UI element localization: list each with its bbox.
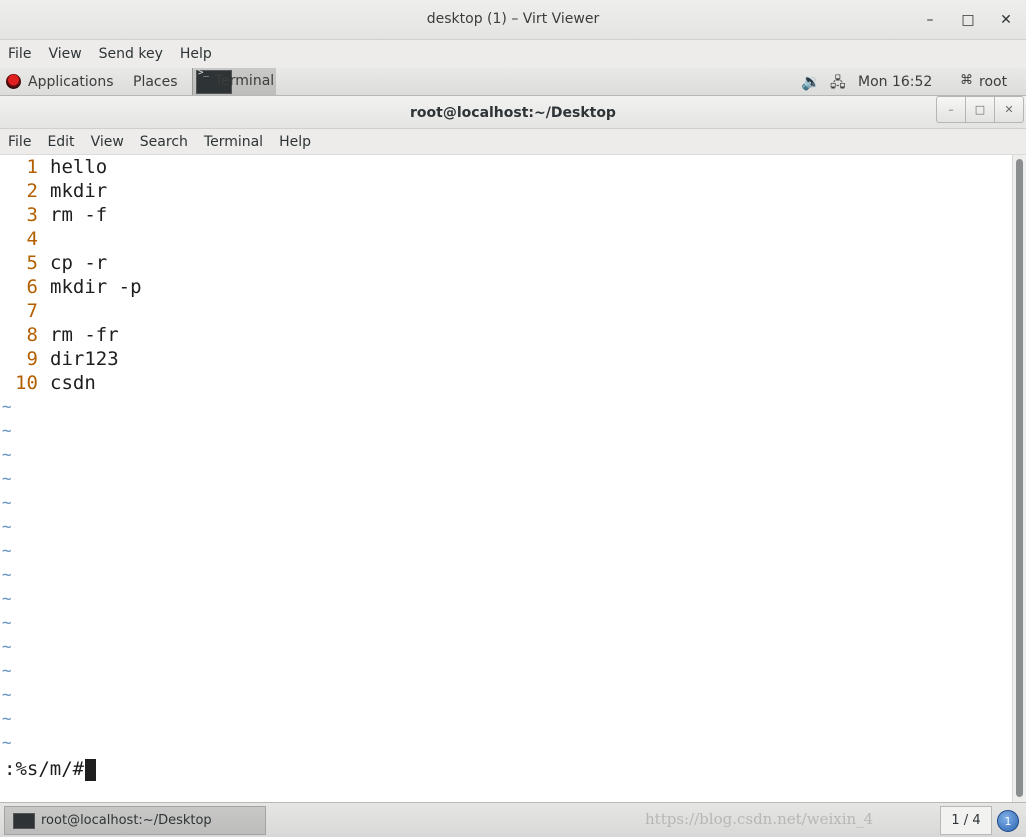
line-text: mkdir xyxy=(50,180,108,202)
tilde-marker: ~ xyxy=(2,445,12,464)
close-button[interactable]: ✕ xyxy=(994,8,1018,32)
panel-clock[interactable]: Mon 16:52 xyxy=(858,74,932,90)
terminal-menubar: File Edit View Search Terminal Help xyxy=(0,129,1026,155)
terminal-scrollbar[interactable] xyxy=(1012,155,1026,802)
tilde-marker: ~ xyxy=(2,493,12,512)
terminal-window: root@localhost:~/Desktop – □ ✕ File Edit… xyxy=(0,96,1026,802)
tilde-marker: ~ xyxy=(2,541,12,560)
tilde-marker: ~ xyxy=(2,637,12,656)
tilde-marker: ~ xyxy=(2,469,12,488)
line-number: 1 xyxy=(26,156,38,178)
viewer-title: desktop (1) – Virt Viewer xyxy=(426,11,600,27)
line-number: 3 xyxy=(26,204,38,226)
terminal-minimize-button[interactable]: – xyxy=(936,96,966,123)
viewer-menu-send-key[interactable]: Send key xyxy=(99,46,163,62)
viewer-menu-view[interactable]: View xyxy=(48,46,81,62)
tilde-marker: ~ xyxy=(2,565,12,584)
line-number: 5 xyxy=(26,252,38,274)
viewer-menu-file[interactable]: File xyxy=(8,46,31,62)
terminal-icon xyxy=(13,813,35,829)
minimize-button[interactable]: – xyxy=(918,8,942,32)
vim-line: 3 rm -f xyxy=(0,203,990,227)
terminal-close-button[interactable]: ✕ xyxy=(994,96,1024,123)
tilde-marker: ~ xyxy=(2,613,12,632)
watermark-text: https://blog.csdn.net/weixin_4 xyxy=(645,810,874,828)
gnome-top-panel: Applications Places 🔉 🖧 Mon 16:52 ⌘ root xyxy=(0,68,1026,96)
tilde-marker: ~ xyxy=(2,661,12,680)
tilde-marker: ~ xyxy=(2,589,12,608)
line-text: csdn xyxy=(50,372,96,394)
tilde-marker: ~ xyxy=(2,421,12,440)
line-number: 2 xyxy=(26,180,38,202)
line-text: mkdir -p xyxy=(50,276,142,298)
terminal-menu-help[interactable]: Help xyxy=(279,134,311,150)
text-cursor xyxy=(85,758,97,781)
line-text: dir123 xyxy=(50,348,119,370)
terminal-menu-file[interactable]: File xyxy=(8,134,31,150)
terminal-text-area[interactable]: 1 hello 2 mkdir 3 rm -f 4 5 cp -r 6 mkdir -p 7 8 rm -… xyxy=(0,155,1012,802)
terminal-title: root@localhost:~/Desktop xyxy=(410,105,616,121)
terminal-menu-edit[interactable]: Edit xyxy=(47,134,74,150)
taskbar-terminal-button[interactable]: root@localhost:~/Desktop xyxy=(4,806,266,835)
vim-line: 5 cp -r xyxy=(0,251,990,275)
line-text: rm -f xyxy=(50,204,108,226)
taskbar-window-label: root@localhost:~/Desktop xyxy=(41,813,212,828)
vim-line: 6 mkdir -p xyxy=(0,275,990,299)
vim-command-line[interactable]: :%s/m/# xyxy=(4,756,97,782)
vim-line: 8 rm -fr xyxy=(0,323,990,347)
places-menu[interactable]: Places xyxy=(133,74,178,90)
scrollbar-thumb[interactable] xyxy=(1016,159,1023,797)
viewer-menubar: File View Send key Help xyxy=(0,40,1026,68)
line-number: 7 xyxy=(26,300,38,322)
tilde-marker: ~ xyxy=(2,685,12,704)
vim-line: 2 mkdir xyxy=(0,179,990,203)
line-number: 6 xyxy=(26,276,38,298)
panel-terminal-label: Terminal xyxy=(215,73,275,89)
viewer-titlebar: desktop (1) – Virt Viewer – □ ✕ xyxy=(0,0,1026,40)
vim-line: 4 xyxy=(0,227,990,251)
vim-line: 10 csdn xyxy=(0,371,990,395)
vim-command-text: :%s/m/# xyxy=(4,758,85,780)
line-text: rm -fr xyxy=(50,324,119,346)
tilde-marker: ~ xyxy=(2,517,12,536)
terminal-menu-terminal[interactable]: Terminal xyxy=(204,134,263,150)
line-number: 8 xyxy=(26,324,38,346)
panel-terminal-task[interactable]: Terminal xyxy=(192,68,276,95)
line-text: hello xyxy=(50,156,108,178)
vim-line: 9 dir123 xyxy=(0,347,990,371)
terminal-maximize-button[interactable]: □ xyxy=(965,96,995,123)
volume-icon[interactable]: 🔉 xyxy=(801,72,821,91)
line-text: cp -r xyxy=(50,252,108,274)
user-icon: ⌘ xyxy=(960,73,973,88)
panel-user[interactable]: root xyxy=(979,74,1007,90)
terminal-menu-search[interactable]: Search xyxy=(140,134,188,150)
maximize-button[interactable]: □ xyxy=(956,8,980,32)
tilde-marker: ~ xyxy=(2,709,12,728)
tilde-marker: ~ xyxy=(2,397,12,416)
notification-badge[interactable]: 1 xyxy=(997,810,1019,832)
tilde-marker: ~ xyxy=(2,733,12,752)
bottom-taskbar: root@localhost:~/Desktop https://blog.cs… xyxy=(0,802,1026,837)
line-number: 4 xyxy=(26,228,38,250)
viewer-menu-help[interactable]: Help xyxy=(180,46,212,62)
applications-menu[interactable]: Applications xyxy=(28,74,114,90)
workspace-pager[interactable]: 1 / 4 xyxy=(940,806,992,835)
network-icon[interactable]: 🖧 xyxy=(830,72,846,96)
redhat-icon xyxy=(6,74,21,89)
line-number: 9 xyxy=(26,348,38,370)
vim-line: 1 hello xyxy=(0,155,990,179)
line-number: 10 xyxy=(15,372,38,394)
terminal-titlebar: root@localhost:~/Desktop – □ ✕ xyxy=(0,96,1026,129)
terminal-menu-view[interactable]: View xyxy=(91,134,124,150)
vim-line: 7 xyxy=(0,299,990,323)
